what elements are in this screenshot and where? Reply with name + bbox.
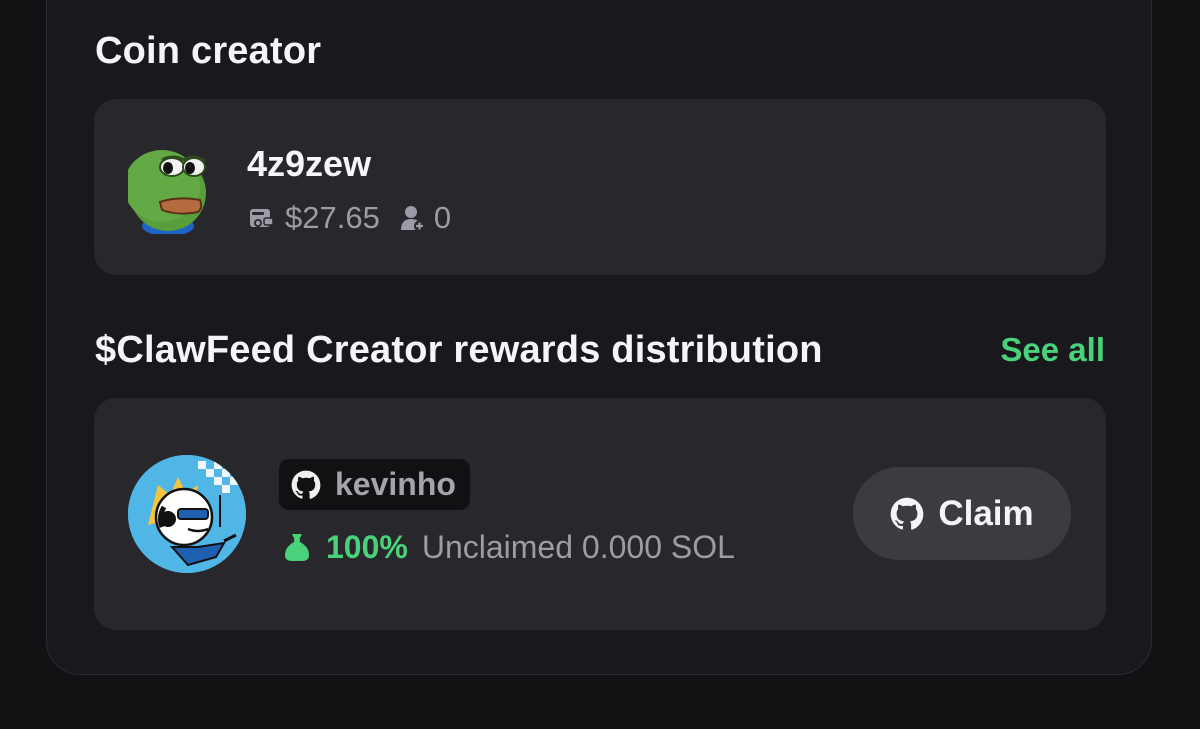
creator-name[interactable]: 4z9zew (247, 143, 371, 185)
unclaimed-amount: Unclaimed 0.000 SOL (421, 528, 735, 565)
creator-card[interactable] (94, 99, 1106, 275)
claim-button[interactable]: Claim (853, 467, 1071, 560)
github-icon (291, 470, 321, 500)
github-icon (890, 497, 938, 531)
creator-balance: $27.65 (285, 200, 380, 235)
reward-percent: 100% (326, 528, 408, 565)
github-handle-chip[interactable]: kevinho (279, 459, 470, 510)
creator-stats: $27.65 0 (247, 198, 451, 238)
see-all-link[interactable]: See all (1000, 331, 1105, 369)
money-bag-icon (282, 531, 312, 563)
github-handle: kevinho (335, 466, 456, 502)
reward-status: 100% Unclaimed 0.000 SOL (282, 526, 735, 568)
claim-label: Claim (938, 493, 1034, 533)
creator-followers: 0 (433, 200, 452, 235)
recipient-avatar[interactable] (128, 455, 246, 573)
user-plus-icon (400, 204, 426, 232)
wallet-icon (247, 204, 275, 232)
rewards-title: $ClawFeed Creator rewards distribution (95, 329, 823, 371)
creator-avatar[interactable] (128, 138, 212, 234)
coin-creator-title: Coin creator (95, 30, 322, 72)
